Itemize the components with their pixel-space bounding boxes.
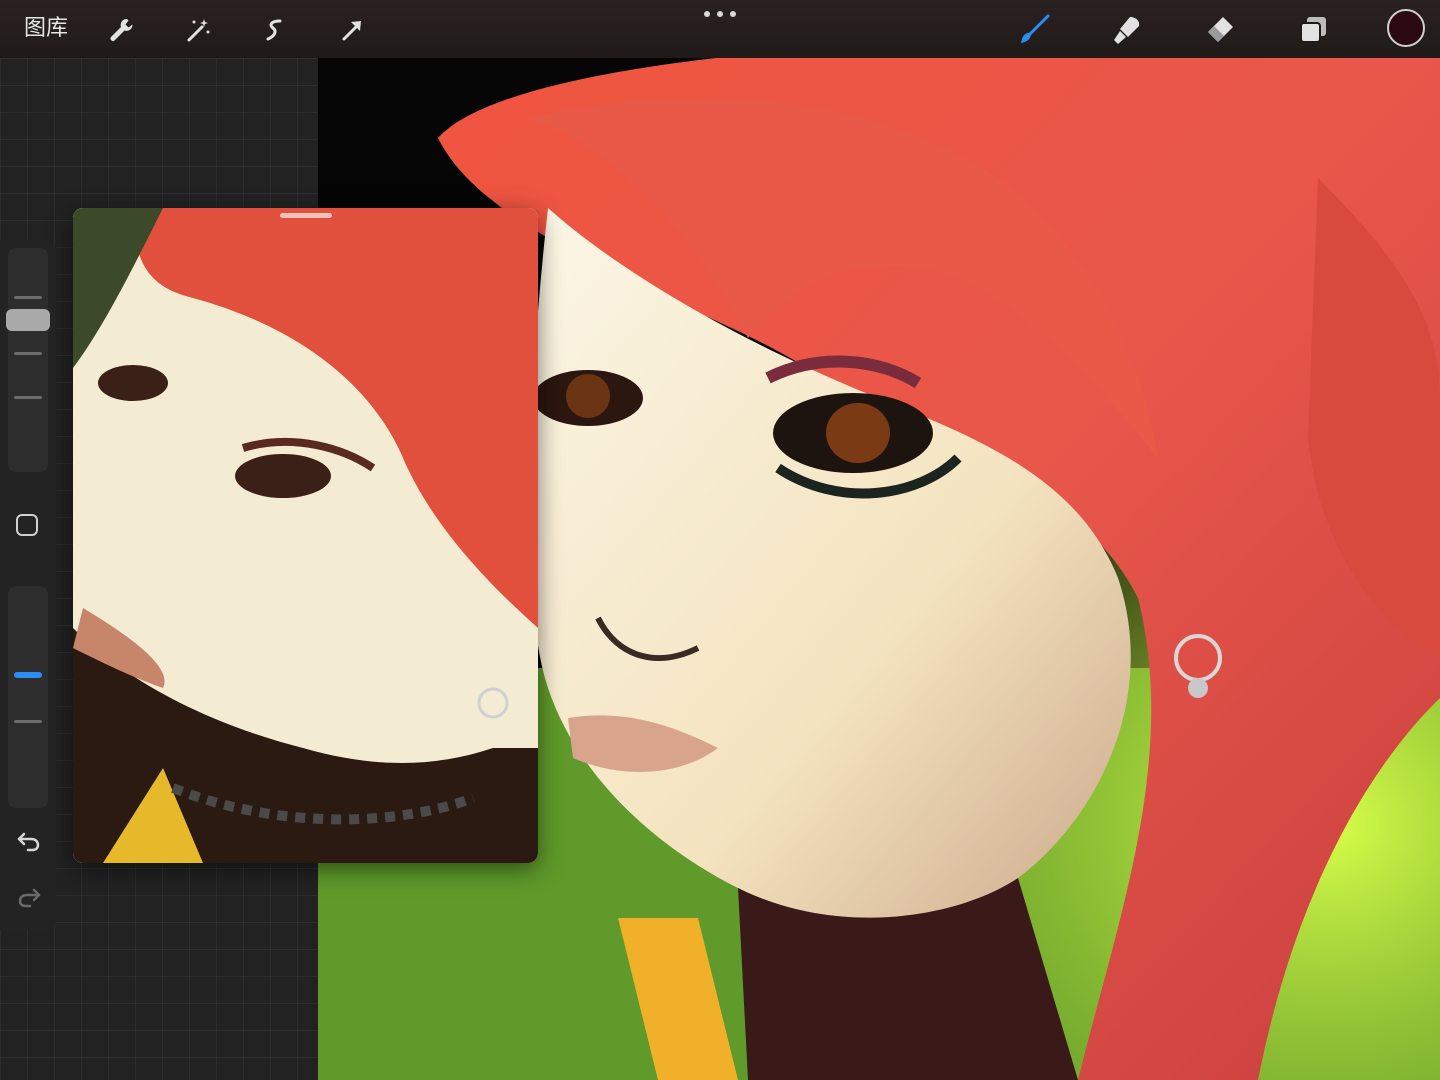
redo-button[interactable] — [16, 884, 42, 910]
top-toolbar: 图库 — [0, 0, 1440, 58]
opacity-slider[interactable] — [8, 586, 48, 808]
selection-button[interactable] — [255, 10, 295, 50]
reference-photo — [73, 208, 538, 863]
undo-button[interactable] — [16, 828, 42, 854]
magic-wand-icon — [187, 19, 210, 42]
brush-size-slider[interactable] — [6, 248, 50, 472]
brush-icon — [1021, 14, 1050, 43]
opacity-thumb[interactable] — [14, 672, 42, 678]
slider-tick — [14, 296, 42, 299]
reference-drag-handle[interactable] — [280, 213, 332, 218]
more-options-icon[interactable] — [704, 8, 736, 20]
undo-icon — [17, 832, 40, 852]
wrench-icon — [110, 18, 133, 41]
eraser-icon — [1208, 17, 1233, 42]
slider-tick — [14, 352, 42, 355]
adjustments-button[interactable] — [178, 10, 218, 50]
eraser-button[interactable] — [1200, 10, 1240, 50]
brush-size-thumb[interactable] — [6, 309, 50, 331]
layers-icon — [1300, 17, 1326, 43]
left-sidebar — [0, 240, 56, 930]
reference-image-window[interactable] — [73, 208, 538, 863]
modify-square-button[interactable] — [16, 514, 38, 536]
color-picker-swatch[interactable] — [1387, 9, 1425, 47]
slider-tick — [14, 396, 42, 399]
slider-tick — [14, 720, 42, 723]
brush-button[interactable] — [1014, 10, 1054, 50]
redo-icon — [18, 888, 41, 908]
transform-arrow-icon — [342, 21, 361, 41]
layers-button[interactable] — [1293, 10, 1333, 50]
transform-button[interactable] — [332, 10, 372, 50]
selection-icon — [266, 19, 282, 41]
smudge-button[interactable] — [1107, 10, 1147, 50]
actions-button[interactable] — [101, 10, 141, 50]
smudge-icon — [1114, 17, 1140, 44]
gallery-button[interactable]: 图库 — [24, 14, 68, 44]
